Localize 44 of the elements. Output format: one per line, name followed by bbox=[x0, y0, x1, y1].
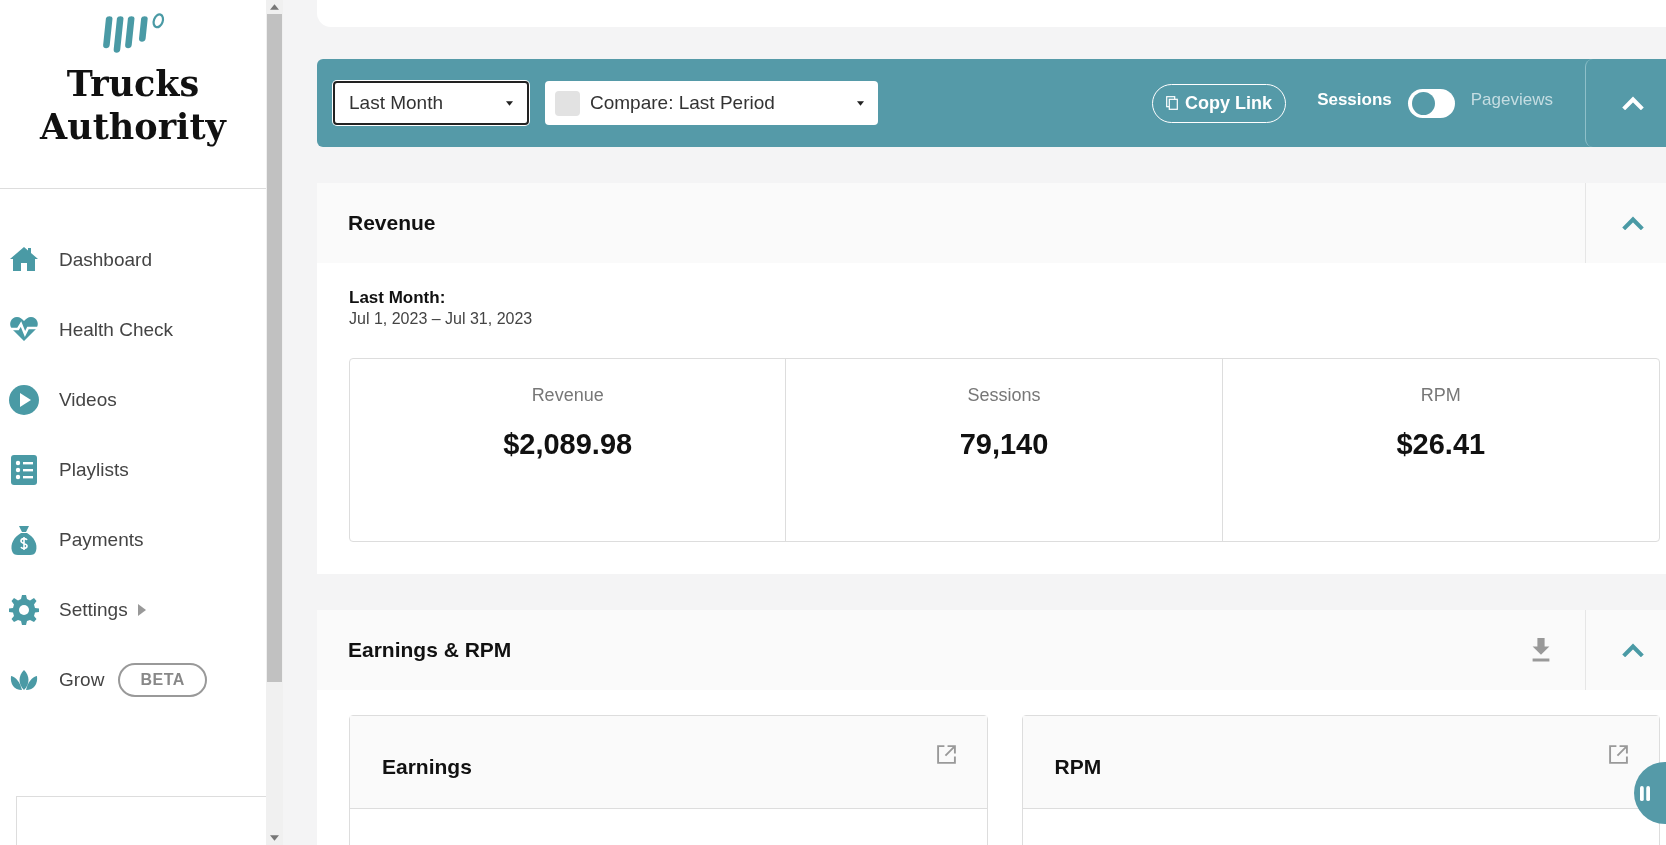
download-icon bbox=[1531, 638, 1551, 662]
stat-label: Revenue bbox=[531, 385, 604, 406]
scrollbar[interactable] bbox=[266, 0, 283, 845]
nav-item[interactable]: Grow BETA bbox=[0, 664, 266, 696]
nav-item[interactable]: Payments bbox=[0, 524, 266, 556]
card-title: Earnings bbox=[382, 754, 473, 779]
chevron-up-icon bbox=[1621, 96, 1645, 110]
card-title: RPM bbox=[1054, 754, 1103, 779]
logo-icon bbox=[1640, 785, 1650, 801]
section-title: Earnings & RPM bbox=[348, 638, 513, 662]
external-link-icon bbox=[1608, 743, 1629, 765]
nav-item[interactable]: Videos bbox=[0, 384, 266, 416]
chevron-up-icon bbox=[1621, 216, 1645, 230]
pageviews-label: Pageviews bbox=[1470, 90, 1553, 110]
stat-value: $2,089.98 bbox=[503, 428, 633, 461]
chevron-up-icon bbox=[1621, 643, 1645, 657]
copy-icon bbox=[1166, 96, 1179, 110]
logo-icon bbox=[100, 12, 166, 56]
play-icon bbox=[8, 384, 40, 416]
scroll-up-icon bbox=[270, 4, 279, 10]
caret-down-icon bbox=[506, 100, 513, 106]
stat-value: 79,140 bbox=[959, 428, 1049, 461]
period-dropdown[interactable]: Last Month bbox=[333, 81, 529, 125]
stat-value: $26.41 bbox=[1396, 428, 1486, 461]
external-link-icon bbox=[935, 743, 957, 765]
caret-down-icon bbox=[857, 100, 864, 106]
site-title: Trucks Authority bbox=[38, 62, 228, 148]
nav-item[interactable]: Health Check bbox=[0, 314, 266, 346]
checkbox[interactable] bbox=[555, 90, 580, 116]
gear-icon bbox=[8, 594, 40, 626]
checklist-icon bbox=[8, 454, 40, 486]
beta-badge: BETA bbox=[118, 663, 207, 697]
nav-item[interactable]: Settings bbox=[0, 594, 266, 626]
scroll-down-icon bbox=[270, 835, 279, 841]
stat-label: RPM bbox=[1420, 385, 1461, 406]
range-label: Last Month: bbox=[349, 288, 447, 308]
sessions-label: Sessions bbox=[1317, 90, 1392, 110]
section-title: Revenue bbox=[348, 211, 437, 235]
stat-label: Sessions bbox=[967, 385, 1041, 406]
compare-dropdown[interactable]: Compare: Last Period bbox=[545, 81, 878, 125]
date-range: Jul 1, 2023 – Jul 31, 2023 bbox=[349, 310, 534, 328]
nav-item[interactable]: Playlists bbox=[0, 454, 266, 486]
toggle-switch[interactable] bbox=[1407, 88, 1455, 118]
nav-item[interactable]: Dashboard bbox=[0, 244, 266, 276]
